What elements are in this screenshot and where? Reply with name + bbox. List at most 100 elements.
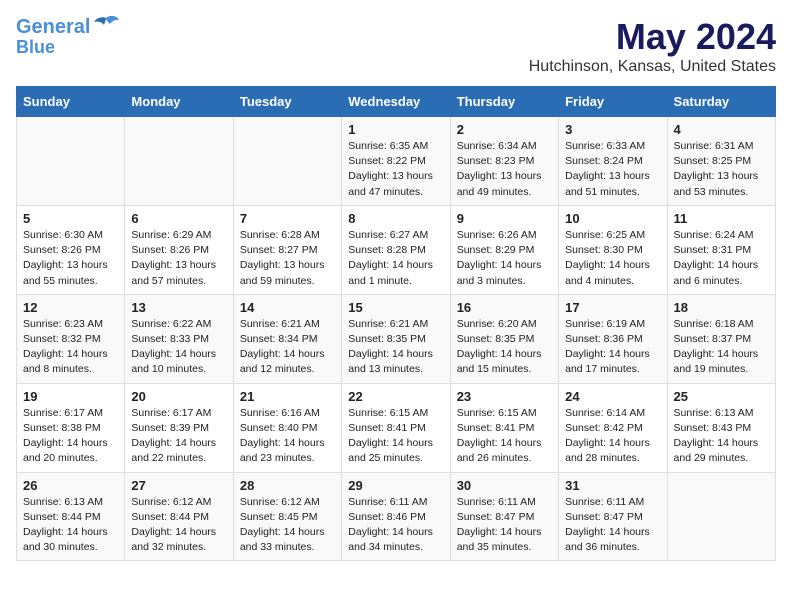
week-row-2: 5 Sunrise: 6:30 AM Sunset: 8:26 PM Daylig… xyxy=(17,205,776,294)
day-number: 18 xyxy=(674,300,769,315)
calendar-cell: 9 Sunrise: 6:26 AM Sunset: 8:29 PM Daylig… xyxy=(450,205,558,294)
day-info: Sunrise: 6:26 AM Sunset: 8:29 PM Dayligh… xyxy=(457,228,552,289)
day-info: Sunrise: 6:17 AM Sunset: 8:39 PM Dayligh… xyxy=(131,406,226,467)
day-number: 21 xyxy=(240,389,335,404)
day-number: 4 xyxy=(674,122,769,137)
calendar-cell: 21 Sunrise: 6:16 AM Sunset: 8:40 PM Dayli… xyxy=(233,383,341,472)
day-number: 27 xyxy=(131,478,226,493)
day-info: Sunrise: 6:15 AM Sunset: 8:41 PM Dayligh… xyxy=(457,406,552,467)
day-info: Sunrise: 6:27 AM Sunset: 8:28 PM Dayligh… xyxy=(348,228,443,289)
calendar-cell: 30Sunrise: 6:11 AM Sunset: 8:47 PM Dayli… xyxy=(450,472,558,561)
week-row-1: 1Sunrise: 6:35 AM Sunset: 8:22 PM Daylig… xyxy=(17,117,776,206)
day-header-tuesday: Tuesday xyxy=(233,87,341,117)
week-row-4: 19 Sunrise: 6:17 AM Sunset: 8:38 PM Dayli… xyxy=(17,383,776,472)
day-number: 26 xyxy=(23,478,118,493)
calendar-cell: 26 Sunrise: 6:13 AM Sunset: 8:44 PM Dayli… xyxy=(17,472,125,561)
day-number: 22 xyxy=(348,389,443,404)
calendar-cell: 6 Sunrise: 6:29 AM Sunset: 8:26 PM Daylig… xyxy=(125,205,233,294)
day-info: Sunrise: 6:21 AM Sunset: 8:35 PM Dayligh… xyxy=(348,317,443,378)
calendar-cell: 18 Sunrise: 6:18 AM Sunset: 8:37 PM Dayli… xyxy=(667,294,775,383)
day-number: 15 xyxy=(348,300,443,315)
calendar-subtitle: Hutchinson, Kansas, United States xyxy=(529,58,776,76)
logo: General Blue xyxy=(16,16,120,58)
days-of-week-row: SundayMondayTuesdayWednesdayThursdayFrid… xyxy=(17,87,776,117)
calendar-cell: 19 Sunrise: 6:17 AM Sunset: 8:38 PM Dayli… xyxy=(17,383,125,472)
day-number: 24 xyxy=(565,389,660,404)
calendar-cell xyxy=(233,117,341,206)
day-info: Sunrise: 6:12 AM Sunset: 8:45 PM Dayligh… xyxy=(240,495,335,556)
calendar-table: SundayMondayTuesdayWednesdayThursdayFrid… xyxy=(16,86,776,561)
calendar-cell: 10 Sunrise: 6:25 AM Sunset: 8:30 PM Dayli… xyxy=(559,205,667,294)
calendar-cell: 28 Sunrise: 6:12 AM Sunset: 8:45 PM Dayli… xyxy=(233,472,341,561)
week-row-5: 26 Sunrise: 6:13 AM Sunset: 8:44 PM Dayli… xyxy=(17,472,776,561)
calendar-cell: 22Sunrise: 6:15 AM Sunset: 8:41 PM Dayli… xyxy=(342,383,450,472)
day-number: 13 xyxy=(131,300,226,315)
logo-bird-icon xyxy=(92,14,120,36)
day-number: 7 xyxy=(240,211,335,226)
calendar-cell xyxy=(17,117,125,206)
day-info: Sunrise: 6:30 AM Sunset: 8:26 PM Dayligh… xyxy=(23,228,118,289)
day-number: 6 xyxy=(131,211,226,226)
day-header-friday: Friday xyxy=(559,87,667,117)
day-number: 28 xyxy=(240,478,335,493)
day-number: 19 xyxy=(23,389,118,404)
day-number: 11 xyxy=(674,211,769,226)
calendar-cell: 17Sunrise: 6:19 AM Sunset: 8:36 PM Dayli… xyxy=(559,294,667,383)
day-number: 3 xyxy=(565,122,660,137)
day-info: Sunrise: 6:16 AM Sunset: 8:40 PM Dayligh… xyxy=(240,406,335,467)
calendar-cell: 16 Sunrise: 6:20 AM Sunset: 8:35 PM Dayli… xyxy=(450,294,558,383)
calendar-cell: 20 Sunrise: 6:17 AM Sunset: 8:39 PM Dayli… xyxy=(125,383,233,472)
day-info: Sunrise: 6:17 AM Sunset: 8:38 PM Dayligh… xyxy=(23,406,118,467)
day-info: Sunrise: 6:13 AM Sunset: 8:43 PM Dayligh… xyxy=(674,406,769,467)
day-info: Sunrise: 6:18 AM Sunset: 8:37 PM Dayligh… xyxy=(674,317,769,378)
calendar-title: May 2024 xyxy=(529,16,776,58)
day-number: 10 xyxy=(565,211,660,226)
day-info: Sunrise: 6:34 AM Sunset: 8:23 PM Dayligh… xyxy=(457,139,552,200)
calendar-header: SundayMondayTuesdayWednesdayThursdayFrid… xyxy=(17,87,776,117)
day-info: Sunrise: 6:21 AM Sunset: 8:34 PM Dayligh… xyxy=(240,317,335,378)
day-info: Sunrise: 6:33 AM Sunset: 8:24 PM Dayligh… xyxy=(565,139,660,200)
calendar-cell: 15 Sunrise: 6:21 AM Sunset: 8:35 PM Dayli… xyxy=(342,294,450,383)
calendar-cell: 25 Sunrise: 6:13 AM Sunset: 8:43 PM Dayli… xyxy=(667,383,775,472)
day-info: Sunrise: 6:25 AM Sunset: 8:30 PM Dayligh… xyxy=(565,228,660,289)
calendar-cell: 4Sunrise: 6:31 AM Sunset: 8:25 PM Daylig… xyxy=(667,117,775,206)
calendar-cell: 5 Sunrise: 6:30 AM Sunset: 8:26 PM Daylig… xyxy=(17,205,125,294)
day-info: Sunrise: 6:14 AM Sunset: 8:42 PM Dayligh… xyxy=(565,406,660,467)
calendar-cell: 1Sunrise: 6:35 AM Sunset: 8:22 PM Daylig… xyxy=(342,117,450,206)
week-row-3: 12Sunrise: 6:23 AM Sunset: 8:32 PM Dayli… xyxy=(17,294,776,383)
calendar-cell: 23 Sunrise: 6:15 AM Sunset: 8:41 PM Dayli… xyxy=(450,383,558,472)
day-info: Sunrise: 6:22 AM Sunset: 8:33 PM Dayligh… xyxy=(131,317,226,378)
day-number: 20 xyxy=(131,389,226,404)
day-number: 25 xyxy=(674,389,769,404)
day-info: Sunrise: 6:29 AM Sunset: 8:26 PM Dayligh… xyxy=(131,228,226,289)
day-info: Sunrise: 6:35 AM Sunset: 8:22 PM Dayligh… xyxy=(348,139,443,200)
calendar-cell: 2 Sunrise: 6:34 AM Sunset: 8:23 PM Daylig… xyxy=(450,117,558,206)
calendar-cell: 8 Sunrise: 6:27 AM Sunset: 8:28 PM Daylig… xyxy=(342,205,450,294)
day-number: 9 xyxy=(457,211,552,226)
calendar-cell xyxy=(667,472,775,561)
day-header-thursday: Thursday xyxy=(450,87,558,117)
calendar-cell: 24 Sunrise: 6:14 AM Sunset: 8:42 PM Dayli… xyxy=(559,383,667,472)
day-number: 12 xyxy=(23,300,118,315)
day-number: 16 xyxy=(457,300,552,315)
calendar-body: 1Sunrise: 6:35 AM Sunset: 8:22 PM Daylig… xyxy=(17,117,776,561)
day-number: 23 xyxy=(457,389,552,404)
day-number: 8 xyxy=(348,211,443,226)
day-info: Sunrise: 6:28 AM Sunset: 8:27 PM Dayligh… xyxy=(240,228,335,289)
calendar-cell: 3 Sunrise: 6:33 AM Sunset: 8:24 PM Daylig… xyxy=(559,117,667,206)
day-info: Sunrise: 6:13 AM Sunset: 8:44 PM Dayligh… xyxy=(23,495,118,556)
logo-text: General xyxy=(16,16,90,38)
day-header-saturday: Saturday xyxy=(667,87,775,117)
logo-blue-text: Blue xyxy=(16,38,55,58)
day-info: Sunrise: 6:11 AM Sunset: 8:47 PM Dayligh… xyxy=(457,495,552,556)
day-info: Sunrise: 6:20 AM Sunset: 8:35 PM Dayligh… xyxy=(457,317,552,378)
day-number: 2 xyxy=(457,122,552,137)
calendar-cell: 7 Sunrise: 6:28 AM Sunset: 8:27 PM Daylig… xyxy=(233,205,341,294)
title-block: May 2024 Hutchinson, Kansas, United Stat… xyxy=(529,16,776,76)
day-number: 5 xyxy=(23,211,118,226)
day-header-monday: Monday xyxy=(125,87,233,117)
day-info: Sunrise: 6:19 AM Sunset: 8:36 PM Dayligh… xyxy=(565,317,660,378)
page-header: General Blue May 2024 Hutchinson, Kansas… xyxy=(16,16,776,76)
day-header-wednesday: Wednesday xyxy=(342,87,450,117)
day-info: Sunrise: 6:11 AM Sunset: 8:47 PM Dayligh… xyxy=(565,495,660,556)
